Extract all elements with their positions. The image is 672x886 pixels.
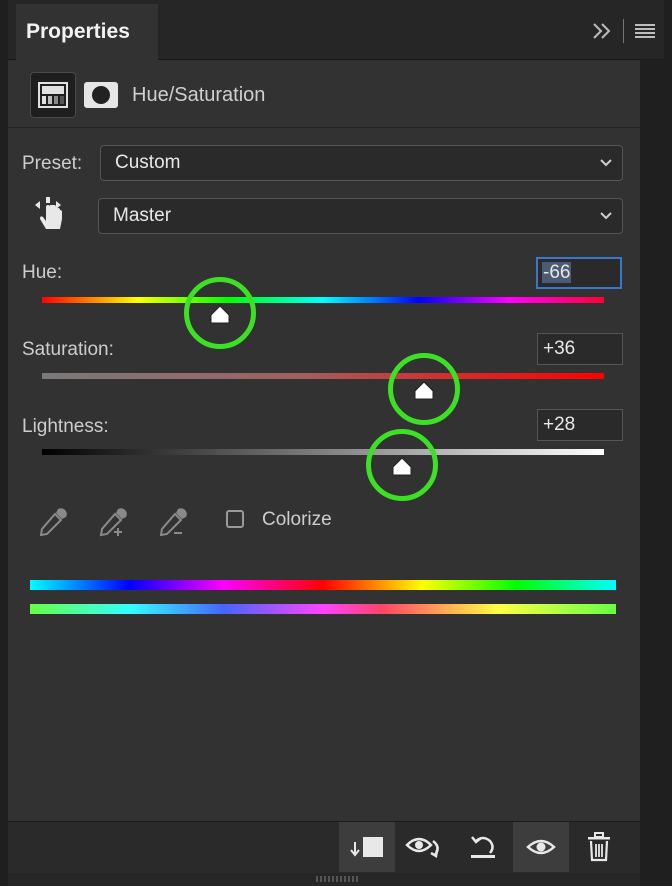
preset-select[interactable]: Custom bbox=[100, 145, 623, 181]
saturation-highlight-ring bbox=[388, 353, 461, 425]
chevron-down-icon bbox=[600, 159, 612, 167]
channel-select[interactable]: Master bbox=[98, 198, 623, 234]
hue-saturation-adjustment-icon[interactable] bbox=[30, 72, 76, 118]
saturation-label: Saturation: bbox=[22, 339, 114, 360]
hue-label: Hue: bbox=[22, 262, 63, 283]
eyedropper-icon[interactable] bbox=[36, 505, 70, 539]
clip-to-layer-button[interactable] bbox=[339, 822, 395, 872]
colorize-checkbox[interactable] bbox=[226, 510, 244, 528]
adjustment-title: Hue/Saturation bbox=[132, 84, 266, 106]
tab-properties[interactable]: Properties bbox=[16, 4, 158, 60]
reset-button[interactable] bbox=[455, 822, 511, 872]
view-previous-state-icon bbox=[405, 837, 439, 859]
input-spectrum-bar bbox=[30, 580, 616, 590]
eye-icon bbox=[526, 839, 556, 855]
lightness-value-input[interactable]: +28 bbox=[537, 409, 623, 441]
panel-resize-grip[interactable] bbox=[316, 876, 358, 882]
eyedropper-subtract-icon[interactable] bbox=[156, 505, 190, 539]
tab-actions bbox=[591, 16, 656, 46]
hamburger-menu-icon[interactable] bbox=[634, 23, 656, 39]
delete-button[interactable] bbox=[571, 822, 627, 872]
toggle-visibility-button[interactable] bbox=[513, 822, 569, 872]
preset-value: Custom bbox=[115, 152, 181, 173]
hue-value-input[interactable]: -66 bbox=[536, 257, 622, 289]
properties-header: Hue/Saturation bbox=[8, 60, 640, 128]
hue-slider-track[interactable] bbox=[42, 297, 604, 303]
hue-highlight-ring bbox=[183, 277, 256, 349]
tab-actions-divider bbox=[623, 19, 624, 43]
preset-label: Preset: bbox=[22, 153, 83, 174]
output-spectrum-bar bbox=[30, 604, 616, 614]
clip-to-layer-icon bbox=[350, 837, 383, 857]
hue-value: -66 bbox=[542, 262, 572, 283]
panel-tab-bar: Properties bbox=[8, 0, 664, 60]
eyedropper-add-icon[interactable] bbox=[96, 505, 130, 539]
layer-mask-icon[interactable] bbox=[84, 82, 118, 108]
saturation-slider-track[interactable] bbox=[42, 373, 604, 379]
chevron-down-icon bbox=[600, 212, 612, 220]
lightness-value: +28 bbox=[543, 414, 576, 435]
colorize-label: Colorize bbox=[262, 509, 332, 530]
saturation-value: +36 bbox=[543, 338, 576, 359]
channel-value: Master bbox=[113, 205, 172, 226]
double-chevron-right-icon[interactable] bbox=[591, 22, 613, 40]
lightness-highlight-ring bbox=[365, 429, 438, 501]
trash-icon bbox=[588, 832, 610, 862]
saturation-value-input[interactable]: +36 bbox=[537, 333, 623, 365]
reset-icon bbox=[471, 836, 495, 858]
view-previous-state-button[interactable] bbox=[397, 822, 453, 872]
lightness-label: Lightness: bbox=[22, 416, 109, 437]
panel-footer bbox=[8, 821, 640, 873]
adjustment-controls: Preset: Custom Master Hue: -66 Saturatio… bbox=[8, 129, 640, 821]
hand-scrubby-icon[interactable] bbox=[34, 195, 68, 233]
eyedropper-tools bbox=[36, 505, 190, 539]
lightness-slider-track[interactable] bbox=[42, 449, 604, 455]
